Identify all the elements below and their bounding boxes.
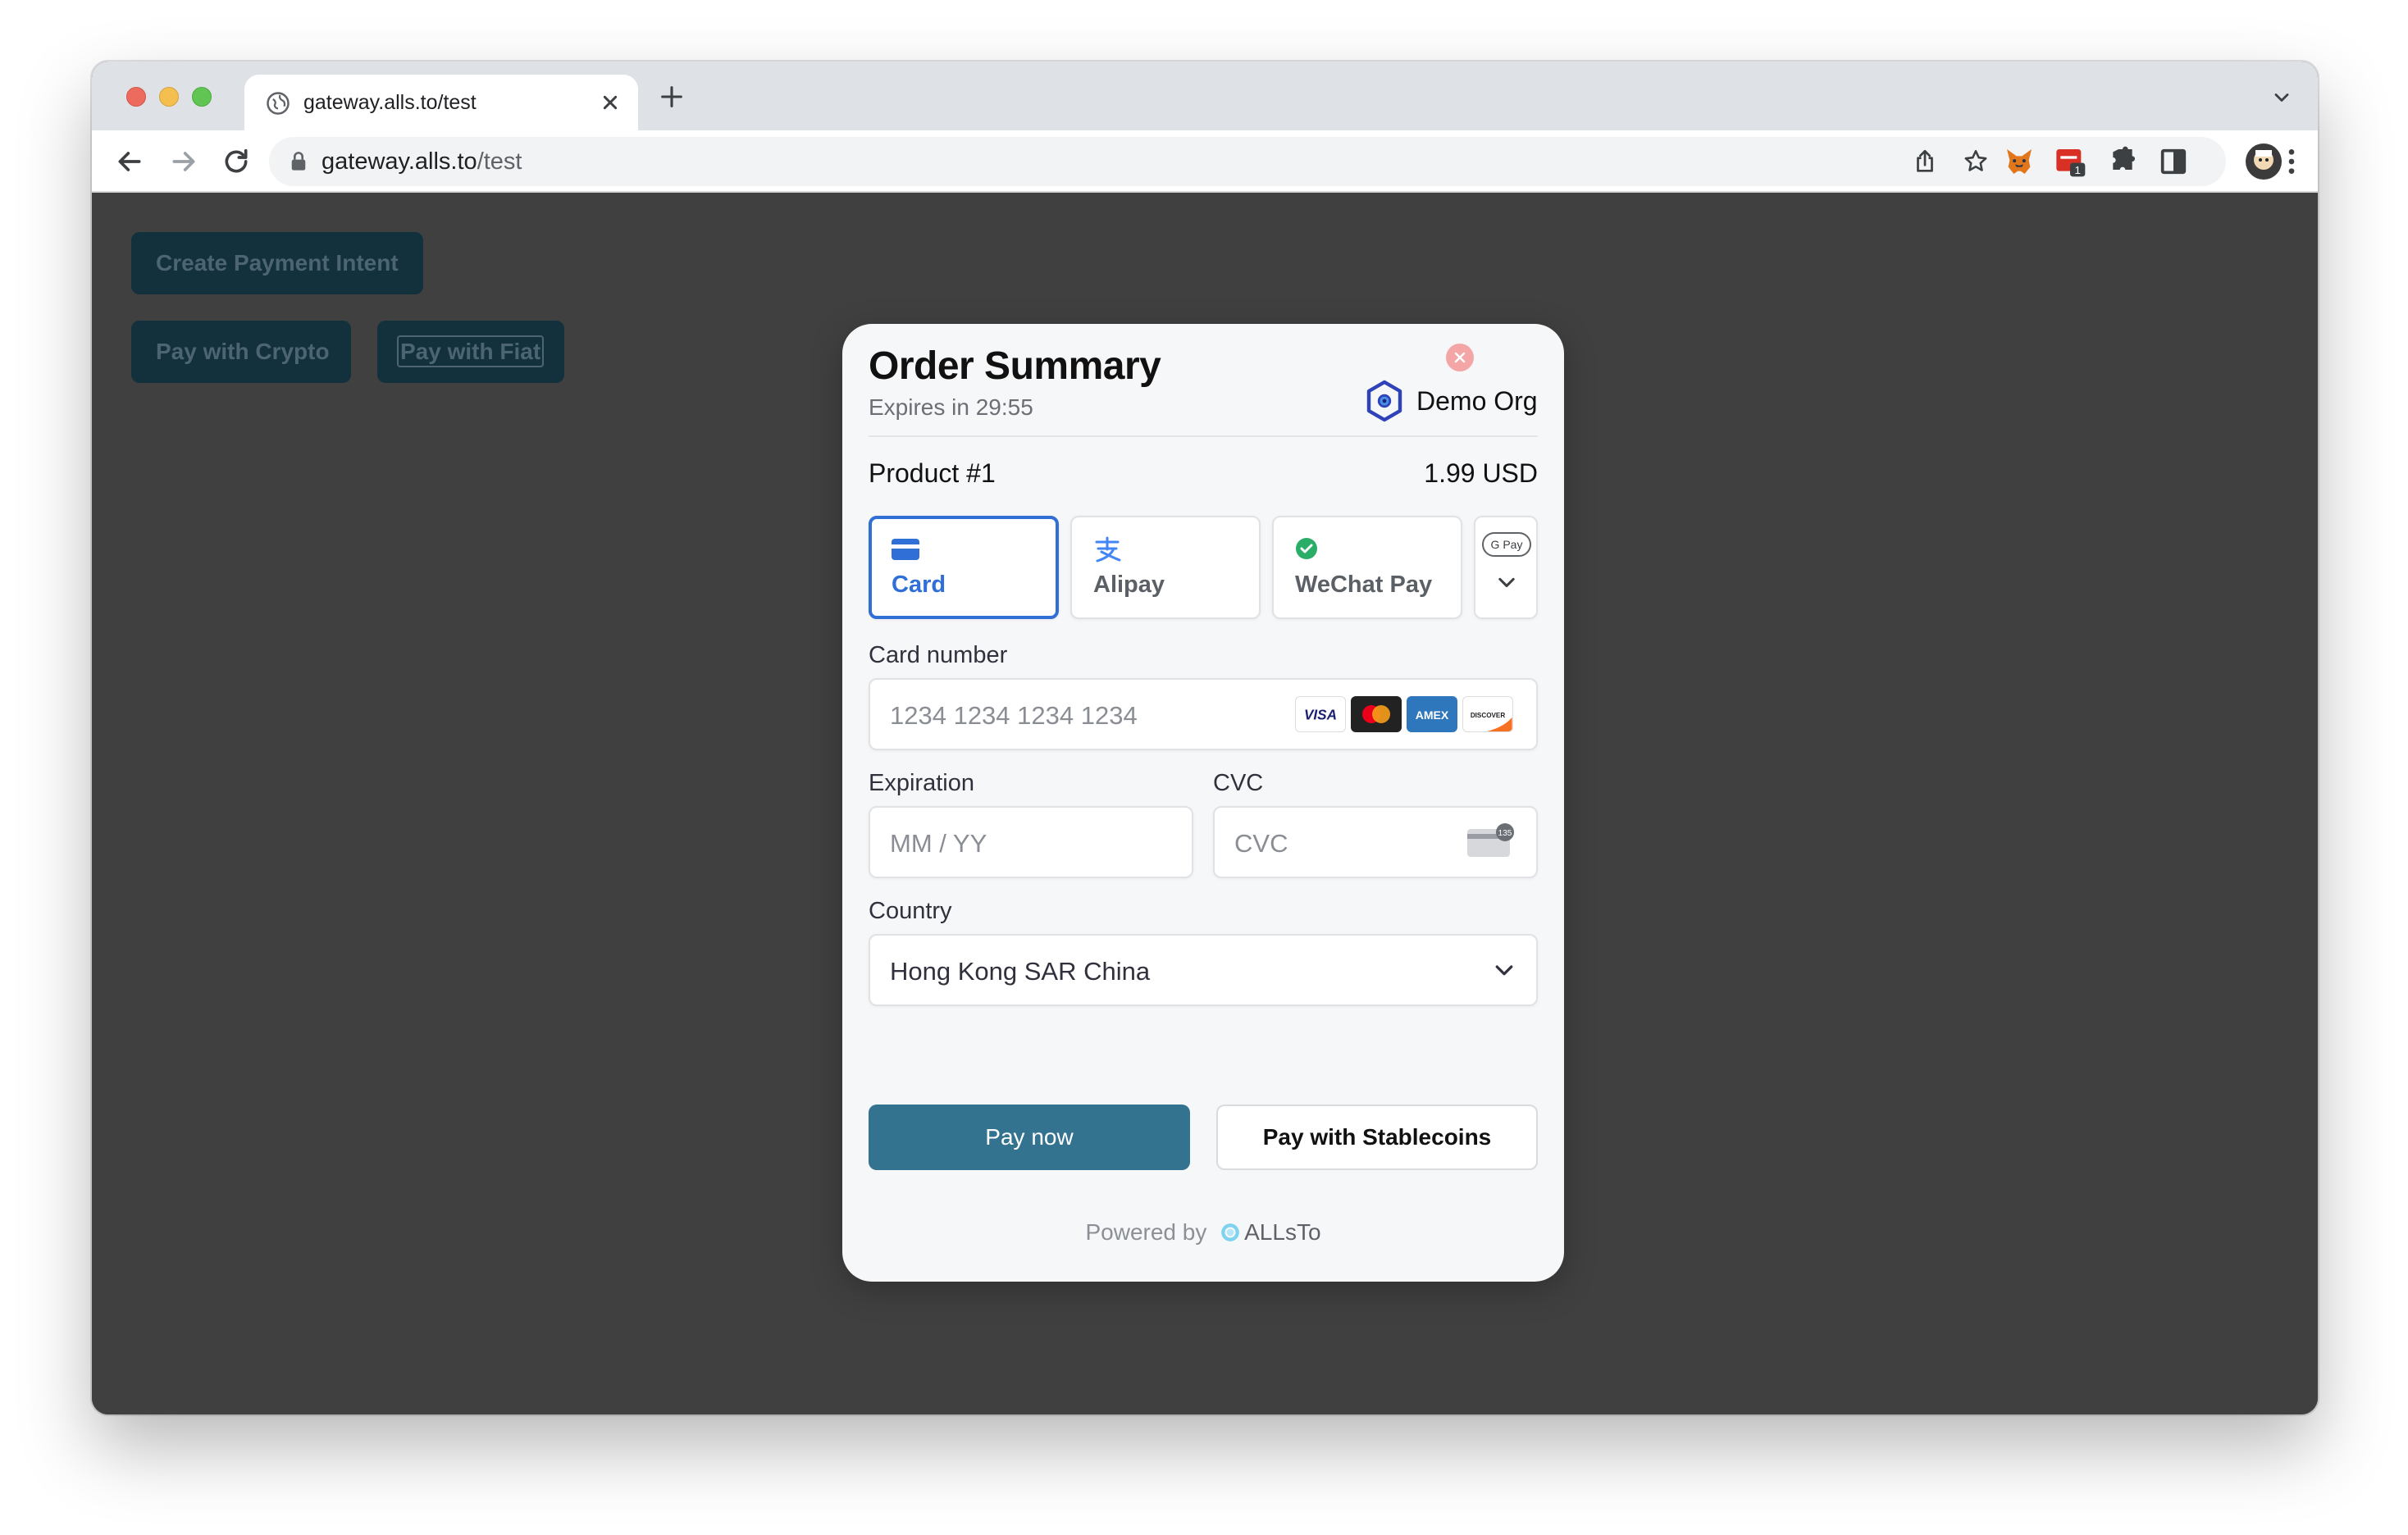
cvc-card-icon: 135 <box>1467 823 1514 857</box>
lock-icon[interactable] <box>289 151 308 172</box>
tab-strip: gateway.alls.to/test <box>92 61 2318 130</box>
browser-toolbar: gateway.alls.to/test 1 <box>92 130 2318 193</box>
close-icon <box>1454 352 1466 363</box>
share-icon[interactable] <box>1911 148 1939 175</box>
gpay-icon: G Pay <box>1482 532 1531 557</box>
forward-icon[interactable] <box>167 145 200 178</box>
payment-method-tab-wechat[interactable]: WeChat Pay <box>1272 516 1462 619</box>
pay-with-crypto-button[interactable]: Pay with Crypto <box>131 321 351 383</box>
globe-icon <box>267 92 290 115</box>
cvc-label: CVC <box>1213 770 1264 796</box>
modal-title: Order Summary <box>869 344 1161 388</box>
pay-now-button[interactable]: Pay now <box>869 1105 1190 1170</box>
wechat-icon <box>1296 538 1317 559</box>
calendar-extension-icon[interactable]: 1 <box>2054 145 2086 178</box>
close-tab-icon[interactable] <box>597 89 623 116</box>
new-tab-icon[interactable] <box>658 83 686 111</box>
card-number-input[interactable]: 1234 1234 1234 1234 VISA AMEX DISCOVER <box>869 678 1538 750</box>
alipay-icon <box>1095 536 1121 563</box>
extensions-group: 1 <box>1991 137 2226 186</box>
payment-method-label: Card <box>892 572 946 598</box>
create-payment-intent-button[interactable]: Create Payment Intent <box>131 232 423 294</box>
payment-method-label: WeChat Pay <box>1295 572 1433 598</box>
payment-method-label: Alipay <box>1093 572 1165 598</box>
more-options-icon[interactable] <box>2273 145 2310 178</box>
cvc-input[interactable]: CVC 135 <box>1213 806 1538 878</box>
country-value: Hong Kong SAR China <box>890 957 1151 986</box>
powered-by-label: Powered by <box>1085 1219 1207 1245</box>
amex-logo-icon: AMEX <box>1407 696 1457 732</box>
tab-title: gateway.alls.to/test <box>303 91 477 114</box>
allsto-logo-icon <box>1221 1223 1239 1241</box>
org-logo-icon <box>1366 380 1402 422</box>
visa-brand-text: VISA <box>1304 707 1337 723</box>
payment-method-more-dropdown[interactable]: G Pay <box>1474 516 1538 619</box>
chevron-down-icon <box>1498 577 1515 588</box>
amex-brand-text: AMEX <box>1416 708 1449 722</box>
powered-by-brand[interactable]: ALLsTo <box>1244 1219 1320 1245</box>
back-icon[interactable] <box>113 145 146 178</box>
puzzle-piece-icon[interactable] <box>2106 145 2139 178</box>
payment-method-tab-card[interactable]: Card <box>869 516 1059 619</box>
url-text: gateway.alls.to/test <box>322 148 522 175</box>
address-bar[interactable]: gateway.alls.to/test <box>269 137 2068 186</box>
browser-window: gateway.alls.to/test gateway.alls.to/tes… <box>92 61 2318 1414</box>
gpay-label: G Pay <box>1491 538 1523 551</box>
expiry-countdown: Expires in 29:55 <box>869 394 1033 420</box>
cvc-placeholder: CVC <box>1234 829 1288 858</box>
payment-method-tab-alipay[interactable]: Alipay <box>1070 516 1261 619</box>
discover-logo-icon: DISCOVER <box>1462 696 1513 732</box>
browser-tab[interactable]: gateway.alls.to/test <box>244 75 638 130</box>
pay-with-stablecoins-button[interactable]: Pay with Stablecoins <box>1216 1105 1538 1170</box>
card-icon <box>892 539 919 560</box>
divider <box>869 435 1538 437</box>
side-panel-icon[interactable] <box>2157 145 2190 178</box>
pay-with-fiat-label: Pay with Fiat <box>397 335 545 367</box>
minimize-window-button[interactable] <box>159 87 179 107</box>
expiration-label: Expiration <box>869 770 974 796</box>
card-number-placeholder: 1234 1234 1234 1234 <box>890 701 1138 730</box>
product-name: Product #1 <box>869 458 996 488</box>
zoom-window-button[interactable] <box>192 87 212 107</box>
expiration-input[interactable]: MM / YY <box>869 806 1193 878</box>
card-number-label: Card number <box>869 642 1008 668</box>
page-content: Create Payment Intent Pay with Crypto Pa… <box>92 193 2318 1414</box>
reload-icon[interactable] <box>220 145 253 178</box>
cvc-icon-digits: 135 <box>1498 829 1512 838</box>
visa-logo-icon: VISA <box>1295 696 1346 732</box>
extension-badge-count: 1 <box>2074 164 2080 176</box>
country-label: Country <box>869 898 952 924</box>
org-name: Demo Org <box>1416 386 1538 416</box>
bookmark-star-icon[interactable] <box>1962 148 1990 175</box>
chevron-down-icon <box>1495 965 1513 976</box>
chevron-down-icon[interactable] <box>2270 86 2293 109</box>
expiration-placeholder: MM / YY <box>890 829 987 858</box>
modal-close-button[interactable] <box>1446 344 1474 371</box>
close-window-button[interactable] <box>126 87 146 107</box>
product-price: 1.99 USD <box>1424 458 1538 488</box>
order-summary-modal: Order Summary Expires in 29:55 Demo Org … <box>842 324 1564 1282</box>
discover-brand-text: DISCOVER <box>1471 712 1506 719</box>
metamask-fox-icon[interactable] <box>2003 145 2036 178</box>
country-select[interactable]: Hong Kong SAR China <box>869 934 1538 1006</box>
mastercard-logo-icon <box>1351 696 1402 732</box>
pay-with-fiat-button[interactable]: Pay with Fiat <box>377 321 564 383</box>
powered-by-footer: Powered by ALLsTo <box>842 1219 1564 1246</box>
